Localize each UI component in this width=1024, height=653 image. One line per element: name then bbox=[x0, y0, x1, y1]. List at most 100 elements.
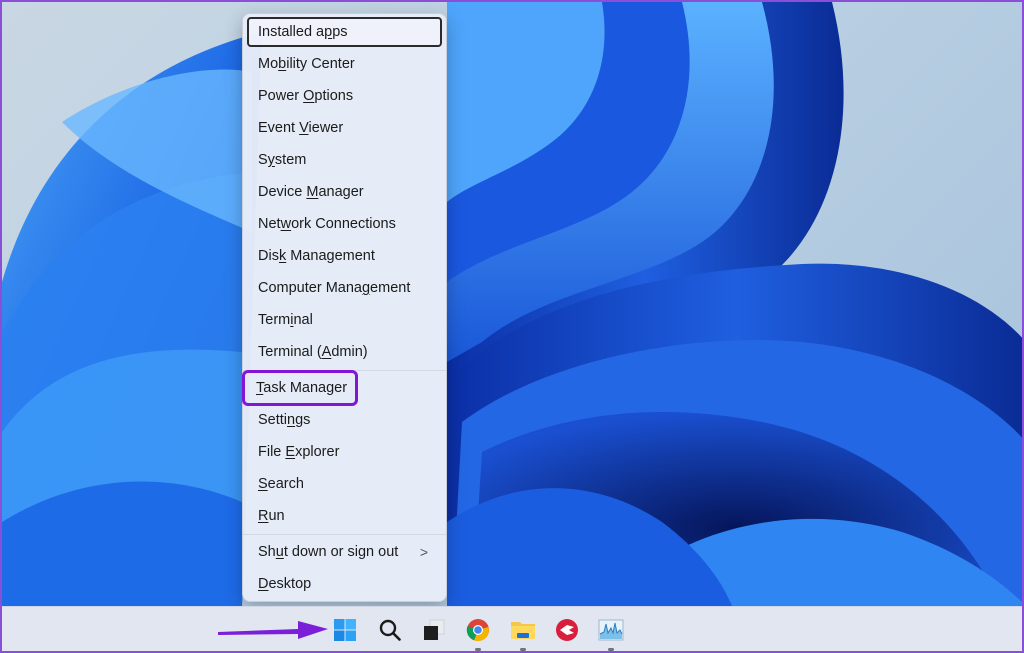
label-text: xplorer bbox=[295, 444, 340, 460]
menu-item-label: Task Manager bbox=[256, 380, 347, 396]
label-text: dmin) bbox=[331, 344, 368, 360]
label-text: ps bbox=[332, 24, 348, 40]
access-key: n bbox=[287, 412, 296, 428]
menu-item-label: Mobility Center bbox=[258, 56, 355, 72]
label-text: stem bbox=[274, 152, 307, 168]
taskbar-button-chrome[interactable] bbox=[463, 615, 493, 651]
menu-item-shut-down-or-sign-out[interactable]: Shut down or sign out > bbox=[247, 537, 442, 567]
menu-item-label: Desktop bbox=[258, 576, 311, 592]
label-text: iewer bbox=[308, 120, 344, 136]
access-key: A bbox=[321, 344, 332, 360]
menu-item-label: Disk Management bbox=[258, 248, 375, 264]
access-key: y bbox=[267, 152, 275, 168]
menu-item-power-options[interactable]: Power Options bbox=[247, 81, 442, 111]
label-text: ility Center bbox=[286, 56, 355, 72]
taskbar-button-start[interactable] bbox=[330, 615, 360, 645]
label-text: Mo bbox=[258, 56, 279, 72]
access-key: g bbox=[361, 280, 371, 296]
access-key: O bbox=[303, 88, 315, 104]
menu-item-label: Network Connections bbox=[258, 216, 396, 232]
menu-item-desktop[interactable]: Desktop bbox=[247, 569, 442, 599]
menu-item-label: Search bbox=[258, 476, 304, 492]
menu-item-run[interactable]: Run bbox=[247, 501, 442, 531]
start-icon bbox=[333, 618, 357, 642]
bloom-wallpaper bbox=[2, 2, 1022, 606]
menu-item-label: Terminal (Admin) bbox=[258, 344, 368, 360]
running-indicator bbox=[475, 648, 481, 651]
label-text: Event bbox=[258, 120, 300, 136]
menu-item-device-manager[interactable]: Device Manager bbox=[247, 177, 442, 207]
menu-item-computer-management[interactable]: Computer Management bbox=[247, 273, 442, 303]
label-text: ork Connections bbox=[291, 216, 396, 232]
menu-item-task-manager[interactable]: Task Manager bbox=[242, 370, 358, 406]
taskbar-button-search[interactable] bbox=[375, 615, 405, 645]
menu-item-system[interactable]: System bbox=[247, 145, 442, 175]
menu-item-label: Installed apps bbox=[258, 24, 348, 40]
menu-item-label: Power Options bbox=[258, 88, 353, 104]
label-text: gs bbox=[295, 412, 311, 428]
taskbar bbox=[2, 606, 1022, 651]
label-text: Setti bbox=[258, 412, 288, 428]
label-text: Installed a bbox=[258, 24, 325, 40]
access-key: R bbox=[258, 508, 269, 524]
menu-item-label: System bbox=[258, 152, 306, 168]
access-key: V bbox=[299, 120, 309, 136]
menu-item-mobility-center[interactable]: Mobility Center bbox=[247, 49, 442, 79]
label-text: anager bbox=[318, 184, 364, 200]
menu-item-file-explorer[interactable]: File Explorer bbox=[247, 437, 442, 467]
menu-item-label: Device Manager bbox=[258, 184, 364, 200]
label-text: earch bbox=[267, 476, 304, 492]
chevron-right-icon: > bbox=[419, 544, 428, 560]
label-text: Terminal ( bbox=[258, 344, 322, 360]
menu-item-label: Shut down or sign out bbox=[258, 544, 398, 560]
taskbar-button-file-explorer[interactable] bbox=[508, 615, 538, 651]
running-indicator bbox=[608, 648, 614, 651]
label-text: Sh bbox=[258, 544, 276, 560]
label-text: ement bbox=[370, 280, 411, 296]
label-text: Power bbox=[258, 88, 304, 104]
access-key: p bbox=[324, 24, 333, 40]
chrome-icon bbox=[466, 618, 490, 642]
running-indicator bbox=[520, 648, 526, 651]
menu-item-search[interactable]: Search bbox=[247, 469, 442, 499]
menu-item-installed-apps[interactable]: Installed apps bbox=[247, 17, 442, 47]
app-red-icon bbox=[555, 618, 579, 642]
task-view-icon bbox=[422, 618, 446, 642]
menu-item-label: Computer Management bbox=[258, 280, 410, 296]
menu-item-label: Event Viewer bbox=[258, 120, 343, 136]
screenshot-frame: Installed apps Mobility Center Power Optio… bbox=[0, 0, 1024, 653]
access-key: S bbox=[258, 476, 268, 492]
search-icon bbox=[378, 618, 402, 642]
menu-item-network-connections[interactable]: Network Connections bbox=[247, 209, 442, 239]
menu-item-terminal[interactable]: Terminal bbox=[247, 305, 442, 335]
label-text: nal bbox=[293, 312, 313, 328]
taskbar-button-resource-monitor[interactable] bbox=[596, 615, 626, 651]
label-text: File bbox=[258, 444, 286, 460]
menu-item-label: Settings bbox=[258, 412, 310, 428]
label-text: Computer Mana bbox=[258, 280, 362, 296]
label-text: ptions bbox=[314, 88, 354, 104]
label-text: ask Manager bbox=[263, 380, 348, 396]
menu-item-event-viewer[interactable]: Event Viewer bbox=[247, 113, 442, 143]
annotation-arrow bbox=[218, 621, 328, 639]
access-key: M bbox=[306, 184, 319, 200]
label-text: Term bbox=[258, 312, 291, 328]
menu-item-label: File Explorer bbox=[258, 444, 339, 460]
taskbar-button-app-red[interactable] bbox=[552, 615, 582, 645]
menu-item-settings[interactable]: Settings bbox=[247, 405, 442, 435]
winx-context-menu: Installed apps Mobility Center Power Optio… bbox=[242, 13, 447, 602]
desktop: Installed apps Mobility Center Power Optio… bbox=[2, 2, 1022, 606]
access-key: D bbox=[258, 576, 269, 592]
file-explorer-icon bbox=[510, 618, 536, 642]
label-text: Management bbox=[286, 248, 375, 264]
menu-item-terminal-admin[interactable]: Terminal (Admin) bbox=[247, 337, 442, 367]
access-key: E bbox=[285, 444, 296, 460]
menu-separator bbox=[243, 534, 446, 535]
menu-item-disk-management[interactable]: Disk Management bbox=[247, 241, 442, 271]
taskbar-button-task-view[interactable] bbox=[419, 615, 449, 645]
label-text: Net bbox=[258, 216, 281, 232]
access-key: u bbox=[275, 544, 284, 560]
menu-separator bbox=[243, 370, 446, 371]
label-text: Device bbox=[258, 184, 307, 200]
label-text: t down or sign out bbox=[283, 544, 399, 560]
